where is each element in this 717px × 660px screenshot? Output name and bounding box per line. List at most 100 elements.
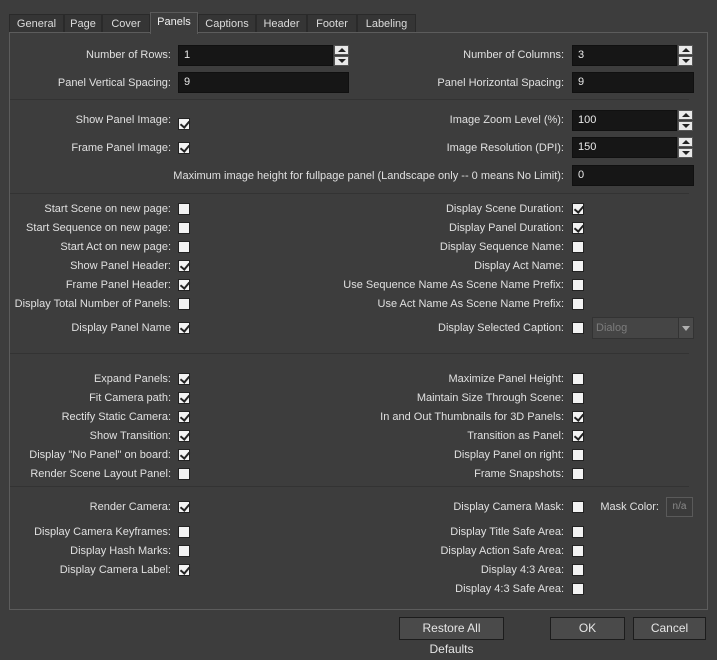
tab-captions[interactable]: Captions xyxy=(198,14,256,33)
rows-field[interactable]: 1 xyxy=(178,45,333,66)
display-total-panels-checkbox[interactable] xyxy=(178,298,190,310)
tab-panels[interactable]: Panels xyxy=(150,12,198,34)
display-sequence-name-checkbox[interactable] xyxy=(572,241,584,253)
tab-footer[interactable]: Footer xyxy=(307,14,357,33)
display-act-name-checkbox[interactable] xyxy=(572,260,584,272)
action-safe-checkbox[interactable] xyxy=(572,545,584,557)
hash-marks-label: Display Hash Marks: xyxy=(70,545,171,557)
columns-field[interactable]: 3 xyxy=(572,45,677,66)
caption-select-value: Dialog xyxy=(596,322,628,334)
start-sequence-checkbox[interactable] xyxy=(178,222,190,234)
display-sequence-name-label: Display Sequence Name: xyxy=(439,241,564,253)
display-panel-duration-label: Display Panel Duration: xyxy=(449,222,564,234)
tab-page[interactable]: Page xyxy=(64,14,102,33)
columns-spinner[interactable] xyxy=(678,45,693,66)
display-total-panels-label: Display Total Number of Panels: xyxy=(14,298,171,310)
vspacing-field[interactable]: 9 xyxy=(178,72,349,93)
fit-camera-path-checkbox[interactable] xyxy=(178,392,190,404)
zoom-spinner[interactable] xyxy=(678,110,693,131)
ok-button[interactable]: OK xyxy=(550,617,625,640)
tab-general[interactable]: General xyxy=(9,14,64,33)
transition-as-panel-checkbox[interactable] xyxy=(572,430,584,442)
safe-area-4-3-checkbox[interactable] xyxy=(572,583,584,595)
separator xyxy=(10,193,689,194)
render-scene-layout-checkbox[interactable] xyxy=(178,468,190,480)
start-sequence-label: Start Sequence on new page: xyxy=(26,222,171,234)
separator xyxy=(10,353,689,354)
restore-defaults-button[interactable]: Restore All Defaults xyxy=(399,617,504,656)
zoom-field[interactable]: 100 xyxy=(572,110,677,131)
camera-keyframes-label: Display Camera Keyframes: xyxy=(34,526,171,538)
render-camera-label: Render Camera: xyxy=(89,501,171,513)
title-safe-checkbox[interactable] xyxy=(572,526,584,538)
display-selected-caption-checkbox[interactable] xyxy=(572,322,584,334)
tab-labeling[interactable]: Labeling xyxy=(357,14,416,33)
resolution-down-arrow-icon[interactable] xyxy=(678,148,693,158)
display-scene-duration-checkbox[interactable] xyxy=(572,203,584,215)
display-panel-duration-checkbox[interactable] xyxy=(572,222,584,234)
rectify-static-camera-checkbox[interactable] xyxy=(178,411,190,423)
area-4-3-checkbox[interactable] xyxy=(572,564,584,576)
resolution-up-arrow-icon[interactable] xyxy=(678,137,693,147)
expand-panels-checkbox[interactable] xyxy=(178,373,190,385)
rectify-static-camera-label: Rectify Static Camera: xyxy=(61,411,171,423)
columns-down-arrow-icon[interactable] xyxy=(678,56,693,66)
zoom-down-arrow-icon[interactable] xyxy=(678,121,693,131)
frame-panel-image-checkbox[interactable] xyxy=(178,142,190,154)
show-panel-image-checkbox[interactable] xyxy=(178,118,190,130)
action-safe-label: Display Action Safe Area: xyxy=(440,545,564,557)
vspacing-label: Panel Vertical Spacing: xyxy=(57,77,171,89)
mask-color-swatch[interactable]: n/a xyxy=(666,497,693,517)
start-act-checkbox[interactable] xyxy=(178,241,190,253)
camera-mask-checkbox[interactable] xyxy=(572,501,584,513)
sequence-prefix-checkbox[interactable] xyxy=(572,279,584,291)
caption-select[interactable]: Dialog xyxy=(592,317,694,339)
in-out-thumbnails-checkbox[interactable] xyxy=(572,411,584,423)
start-scene-checkbox[interactable] xyxy=(178,203,190,215)
rows-spinner[interactable] xyxy=(334,45,349,66)
display-panel-name-checkbox[interactable] xyxy=(178,322,190,334)
rows-down-arrow-icon[interactable] xyxy=(334,56,349,66)
hash-marks-checkbox[interactable] xyxy=(178,545,190,557)
zoom-up-arrow-icon[interactable] xyxy=(678,110,693,120)
safe-area-4-3-label: Display 4:3 Safe Area: xyxy=(455,583,564,595)
frame-panel-image-label: Frame Panel Image: xyxy=(71,142,171,154)
hspacing-label: Panel Horizontal Spacing: xyxy=(437,77,564,89)
render-camera-checkbox[interactable] xyxy=(178,501,190,513)
frame-panel-header-checkbox[interactable] xyxy=(178,279,190,291)
rows-label: Number of Rows: xyxy=(86,49,171,61)
fit-camera-path-label: Fit Camera path: xyxy=(89,392,171,404)
resolution-field[interactable]: 150 xyxy=(572,137,677,158)
columns-up-arrow-icon[interactable] xyxy=(678,45,693,55)
max-height-field[interactable]: 0 xyxy=(572,165,694,186)
tab-cover[interactable]: Cover xyxy=(102,14,150,33)
show-panel-header-checkbox[interactable] xyxy=(178,260,190,272)
frame-snapshots-checkbox[interactable] xyxy=(572,468,584,480)
rows-up-arrow-icon[interactable] xyxy=(334,45,349,55)
maximize-panel-height-checkbox[interactable] xyxy=(572,373,584,385)
frame-snapshots-label: Frame Snapshots: xyxy=(474,468,564,480)
start-act-label: Start Act on new page: xyxy=(60,241,171,253)
frame-panel-header-label: Frame Panel Header: xyxy=(65,279,171,291)
chevron-down-icon[interactable] xyxy=(678,318,693,338)
camera-label-checkbox[interactable] xyxy=(178,564,190,576)
show-transition-label: Show Transition: xyxy=(89,430,171,442)
camera-mask-label: Display Camera Mask: xyxy=(453,501,564,513)
start-scene-label: Start Scene on new page: xyxy=(44,203,171,215)
no-panel-checkbox[interactable] xyxy=(178,449,190,461)
camera-label-label: Display Camera Label: xyxy=(59,564,171,576)
separator xyxy=(10,99,689,100)
cancel-button[interactable]: Cancel xyxy=(633,617,706,640)
resolution-spinner[interactable] xyxy=(678,137,693,158)
tab-header[interactable]: Header xyxy=(256,14,307,33)
maintain-size-checkbox[interactable] xyxy=(572,392,584,404)
camera-keyframes-checkbox[interactable] xyxy=(178,526,190,538)
panel-on-right-label: Display Panel on right: xyxy=(453,449,564,461)
panel-on-right-checkbox[interactable] xyxy=(572,449,584,461)
display-scene-duration-label: Display Scene Duration: xyxy=(445,203,564,215)
area-4-3-label: Display 4:3 Area: xyxy=(480,564,564,576)
show-transition-checkbox[interactable] xyxy=(178,430,190,442)
act-prefix-checkbox[interactable] xyxy=(572,298,584,310)
hspacing-field[interactable]: 9 xyxy=(572,72,694,93)
mask-color-label: Mask Color: xyxy=(600,501,659,513)
